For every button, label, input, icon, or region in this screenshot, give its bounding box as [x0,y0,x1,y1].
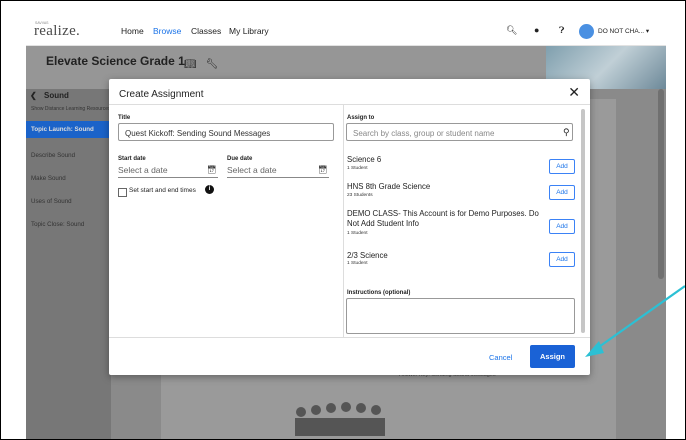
start-date-input[interactable]: Select a date [118,165,168,175]
calendar-icon[interactable]: 📅︎ [207,165,217,174]
sidebar: ❮ Sound Show Distance Learning Resources… [26,89,111,439]
nav-browse[interactable]: Browse [153,26,181,36]
sidebar-item-make-sound[interactable]: Make Sound [26,172,111,186]
realize-logo[interactable]: realize. [34,23,80,40]
cancel-button[interactable]: Cancel [489,353,512,362]
class-student-count: 23 Students [347,193,373,198]
add-class-button[interactable]: Add [549,159,575,174]
nav-classes[interactable]: Classes [191,26,221,36]
nav-home[interactable]: Home [121,26,144,36]
set-times-checkbox[interactable] [118,188,127,197]
course-tools: 📖︎ 🔧︎ [184,59,218,70]
sidebar-item-distance-learning[interactable]: Show Distance Learning Resources [26,106,111,120]
sidebar-title: Sound [44,91,69,100]
instructions-textarea[interactable] [346,298,575,334]
info-icon[interactable]: i [205,185,214,194]
sidebar-item-topic-launch[interactable]: Topic Launch: Sound [26,121,111,138]
modal-footer-divider [109,337,590,338]
add-class-button[interactable]: Add [549,185,575,200]
course-title: Elevate Science Grade 1 [46,54,185,68]
start-date-label: Start date [118,156,146,162]
start-date-underline [118,177,218,178]
modal-header-divider [109,104,590,105]
modal-title: Create Assignment [119,89,204,100]
class-student-count: 1 Student [347,166,368,171]
calendar-icon[interactable]: 📅︎ [318,165,328,174]
book-icon[interactable]: 📖︎ [184,59,197,70]
user-menu[interactable]: DO NOT CHA... ▾ [598,27,649,35]
set-times-label: Set start and end times [129,187,196,194]
close-icon[interactable]: ✕ [568,84,580,101]
due-date-underline [227,177,329,178]
class-name: Science 6 [347,155,382,164]
nav-my-library[interactable]: My Library [229,26,269,36]
assign-list-scrollbar[interactable] [581,109,585,333]
class-name: HNS 8th Grade Science [347,182,431,191]
create-assignment-modal: Create Assignment ✕ Title Quest Kickoff:… [109,79,590,375]
avatar[interactable] [579,24,594,39]
sidebar-item-uses-of-sound[interactable]: Uses of Sound [26,195,111,209]
title-input[interactable]: Quest Kickoff: Sending Sound Messages [118,123,334,141]
search-icon[interactable]: 🔍︎ [506,25,517,36]
sidebar-item-describe-sound[interactable]: Describe Sound [26,149,111,163]
sidebar-item-topic-close[interactable]: Topic Close: Sound [26,218,111,232]
class-name: DEMO CLASS- This Account is for Demo Pur… [347,209,539,228]
wrench-icon[interactable]: 🔧︎ [205,59,218,70]
help-icon[interactable]: ❓︎ [559,25,564,36]
class-name: 2/3 Science [347,251,388,260]
due-date-label: Due date [227,156,253,162]
add-class-button[interactable]: Add [549,219,575,234]
top-navigation: SAVVAS realize. Home Browse Classes My L… [26,19,666,46]
due-date-input[interactable]: Select a date [227,165,277,175]
screenshot-frame: SAVVAS realize. Home Browse Classes My L… [0,0,686,440]
class-student-count: 1 Student [347,261,368,266]
search-icon[interactable]: ⚲ [563,127,570,138]
assign-search-input[interactable]: Search by class, group or student name [346,123,573,141]
assign-button[interactable]: Assign [530,345,575,368]
instructions-label: Instructions (optional) [347,290,411,296]
add-class-button[interactable]: Add [549,252,575,267]
modal-column-divider [343,105,344,337]
class-student-count: 1 Student [347,231,368,236]
choir-illustration [281,382,401,439]
sidebar-header[interactable]: ❮ Sound [26,89,111,103]
chevron-left-icon[interactable]: ❮ [30,91,37,100]
assign-to-label: Assign to [347,115,375,121]
bell-icon[interactable]: ● [534,25,539,35]
page-scrollbar[interactable] [658,89,664,279]
title-label: Title [118,115,131,121]
